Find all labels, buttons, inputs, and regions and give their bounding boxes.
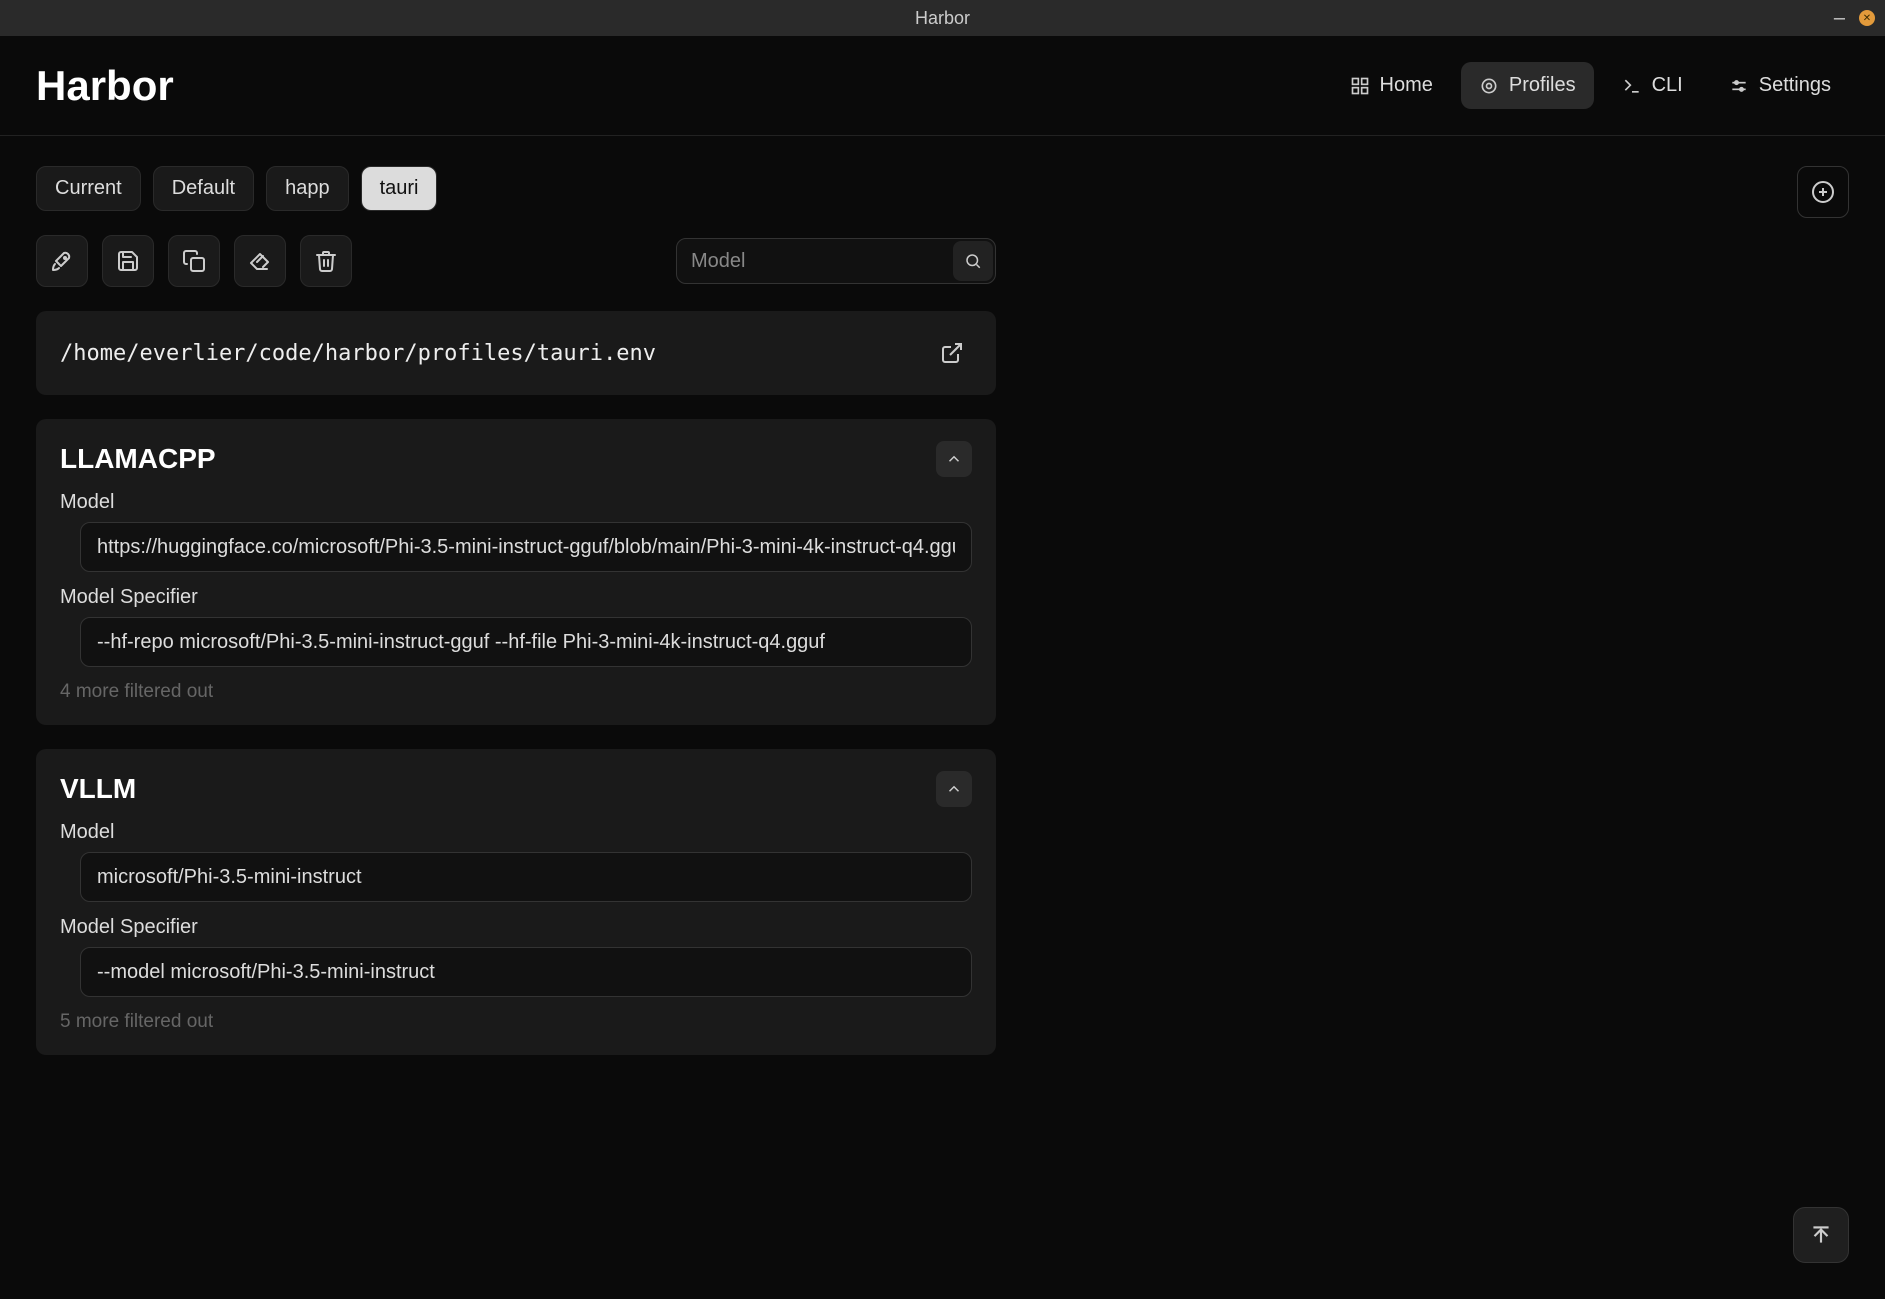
trash-icon — [314, 249, 338, 273]
section-vllm-title: VLLM — [60, 773, 136, 805]
nav-profiles-label: Profiles — [1509, 74, 1576, 97]
sliders-icon — [1729, 76, 1749, 96]
profile-chips: Current Default happ tauri — [36, 166, 996, 211]
arrow-up-icon — [1808, 1222, 1834, 1248]
collapse-vllm-button[interactable] — [936, 771, 972, 807]
filter-input[interactable] — [676, 238, 996, 284]
search-button[interactable] — [953, 241, 993, 281]
nav-settings[interactable]: Settings — [1711, 62, 1849, 109]
search-icon — [964, 252, 982, 270]
window-close-button[interactable]: ✕ — [1859, 10, 1875, 26]
copy-icon — [182, 249, 206, 273]
vllm-filtered-hint: 5 more filtered out — [60, 1011, 972, 1033]
vllm-specifier-label: Model Specifier — [60, 916, 972, 939]
eraser-icon — [248, 249, 272, 273]
brand: Harbor — [36, 62, 174, 110]
llamacpp-filtered-hint: 4 more filtered out — [60, 681, 972, 703]
grid-icon — [1350, 76, 1370, 96]
plus-icon — [1811, 180, 1835, 204]
section-llamacpp-title: LLAMACPP — [60, 443, 216, 475]
external-link-icon — [940, 341, 964, 365]
titlebar: Harbor – ✕ — [0, 0, 1885, 36]
profile-path: /home/everlier/code/harbor/profiles/taur… — [60, 341, 656, 366]
window-title: Harbor — [915, 8, 970, 29]
nav-settings-label: Settings — [1759, 74, 1831, 97]
nav-home-label: Home — [1380, 74, 1433, 97]
nav-profiles[interactable]: Profiles — [1461, 62, 1594, 109]
section-vllm: VLLM Model Model Specifier — [36, 749, 996, 1055]
chip-tauri[interactable]: tauri — [361, 166, 438, 211]
main-nav: Home Profiles CLI Settings — [1332, 62, 1849, 109]
nav-home[interactable]: Home — [1332, 62, 1451, 109]
chevron-up-icon — [945, 780, 963, 798]
nav-cli[interactable]: CLI — [1604, 62, 1701, 109]
llamacpp-specifier-label: Model Specifier — [60, 586, 972, 609]
profile-path-card: /home/everlier/code/harbor/profiles/taur… — [36, 311, 996, 395]
scroll-to-top-button[interactable] — [1793, 1207, 1849, 1263]
copy-button[interactable] — [168, 235, 220, 287]
vllm-specifier-input[interactable] — [80, 947, 972, 997]
erase-button[interactable] — [234, 235, 286, 287]
chip-default[interactable]: Default — [153, 166, 254, 211]
section-llamacpp: LLAMACPP Model Model Specifier — [36, 419, 996, 725]
collapse-llamacpp-button[interactable] — [936, 441, 972, 477]
open-externally-button[interactable] — [932, 333, 972, 373]
delete-button[interactable] — [300, 235, 352, 287]
save-icon — [116, 249, 140, 273]
terminal-icon — [1622, 76, 1642, 96]
vllm-model-input[interactable] — [80, 852, 972, 902]
chip-current[interactable]: Current — [36, 166, 141, 211]
save-button[interactable] — [102, 235, 154, 287]
right-panel — [1036, 166, 1849, 1269]
rocket-icon — [50, 249, 74, 273]
window-minimize-button[interactable]: – — [1834, 8, 1845, 28]
vllm-model-label: Model — [60, 821, 972, 844]
chip-happ[interactable]: happ — [266, 166, 349, 211]
launch-button[interactable] — [36, 235, 88, 287]
chevron-up-icon — [945, 450, 963, 468]
llamacpp-specifier-input[interactable] — [80, 617, 972, 667]
llamacpp-model-label: Model — [60, 491, 972, 514]
profile-toolbar — [36, 235, 996, 287]
llamacpp-model-input[interactable] — [80, 522, 972, 572]
add-section-button[interactable] — [1797, 166, 1849, 218]
target-icon — [1479, 76, 1499, 96]
nav-cli-label: CLI — [1652, 74, 1683, 97]
